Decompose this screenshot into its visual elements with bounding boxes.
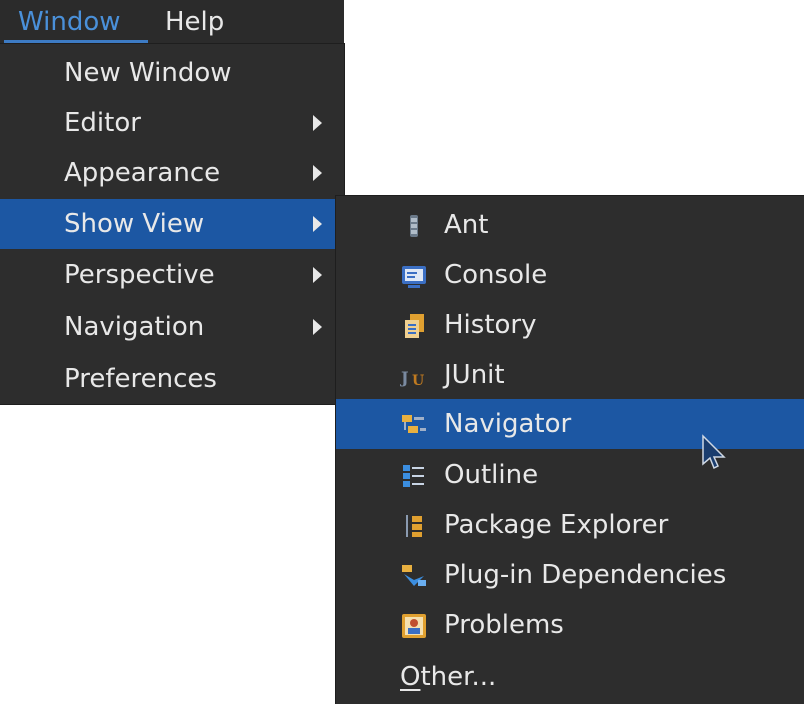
svg-text:U: U	[412, 373, 424, 389]
menu-item-editor[interactable]: Editor	[0, 98, 344, 148]
view-item-label: Plug-in Dependencies	[444, 560, 727, 590]
problems-icon	[400, 612, 428, 640]
view-item-package-explorer[interactable]: Package Explorer	[336, 500, 804, 550]
view-item-outline[interactable]: Outline	[336, 450, 804, 500]
view-item-label: Navigator	[444, 409, 572, 439]
view-item-label: Package Explorer	[444, 510, 669, 540]
menu-item-label: Perspective	[64, 260, 215, 290]
view-item-ant[interactable]: Ant	[336, 200, 804, 250]
view-item-label: History	[444, 310, 537, 340]
submenu-arrow-icon	[313, 115, 322, 131]
view-item-navigator[interactable]: Navigator	[336, 399, 804, 449]
show-view-submenu: Ant Console History JU JUnit Navigator O…	[336, 196, 804, 704]
view-item-problems[interactable]: Problems	[336, 600, 804, 650]
svg-text:J: J	[400, 368, 409, 387]
menu-item-navigation[interactable]: Navigation	[0, 302, 344, 352]
active-menu-underline	[4, 40, 148, 43]
menu-bar: Window Help	[0, 0, 344, 44]
view-item-label: Problems	[444, 610, 564, 640]
view-item-label: Outline	[444, 460, 539, 490]
navigator-icon	[400, 411, 428, 439]
menu-item-label: Show View	[64, 209, 205, 239]
view-item-console[interactable]: Console	[336, 250, 804, 300]
menu-item-label: Appearance	[64, 158, 221, 188]
package-explorer-icon	[400, 512, 428, 540]
submenu-arrow-icon	[313, 267, 322, 283]
menu-item-show-view[interactable]: Show View	[0, 199, 336, 249]
view-item-plugin-dependencies[interactable]: Plug-in Dependencies	[336, 550, 804, 600]
menu-item-appearance[interactable]: Appearance	[0, 148, 344, 198]
submenu-arrow-icon	[313, 319, 322, 335]
view-item-label: Ant	[444, 210, 489, 240]
view-item-label: Other...	[400, 652, 496, 702]
menu-item-label: Editor	[64, 108, 141, 138]
submenu-arrow-icon	[313, 165, 322, 181]
menu-help[interactable]: Help	[165, 4, 224, 40]
outline-icon	[400, 462, 428, 490]
view-item-junit[interactable]: JU JUnit	[336, 350, 804, 400]
menu-window[interactable]: Window	[18, 4, 121, 40]
menu-item-preferences[interactable]: Preferences	[0, 354, 344, 404]
menu-item-label: Preferences	[64, 364, 217, 394]
mouse-pointer-icon	[700, 434, 728, 474]
menu-item-label: Navigation	[64, 312, 205, 342]
other-label-rest: ther...	[420, 662, 497, 692]
window-menu: New Window Editor Appearance Show View P…	[0, 44, 344, 404]
ant-icon	[400, 212, 428, 240]
view-item-label: Console	[444, 260, 548, 290]
view-item-other[interactable]: Other...	[336, 652, 804, 702]
menu-item-new-window[interactable]: New Window	[0, 48, 344, 98]
mnemonic-letter: O	[400, 662, 421, 692]
console-icon	[400, 262, 428, 290]
junit-icon: JU	[400, 362, 428, 390]
menu-item-perspective[interactable]: Perspective	[0, 250, 344, 300]
history-icon	[400, 312, 428, 340]
view-item-label: JUnit	[444, 360, 505, 390]
submenu-arrow-icon	[313, 216, 322, 232]
menu-item-label: New Window	[64, 58, 232, 88]
plugin-dependencies-icon	[400, 562, 428, 590]
view-item-history[interactable]: History	[336, 300, 804, 350]
